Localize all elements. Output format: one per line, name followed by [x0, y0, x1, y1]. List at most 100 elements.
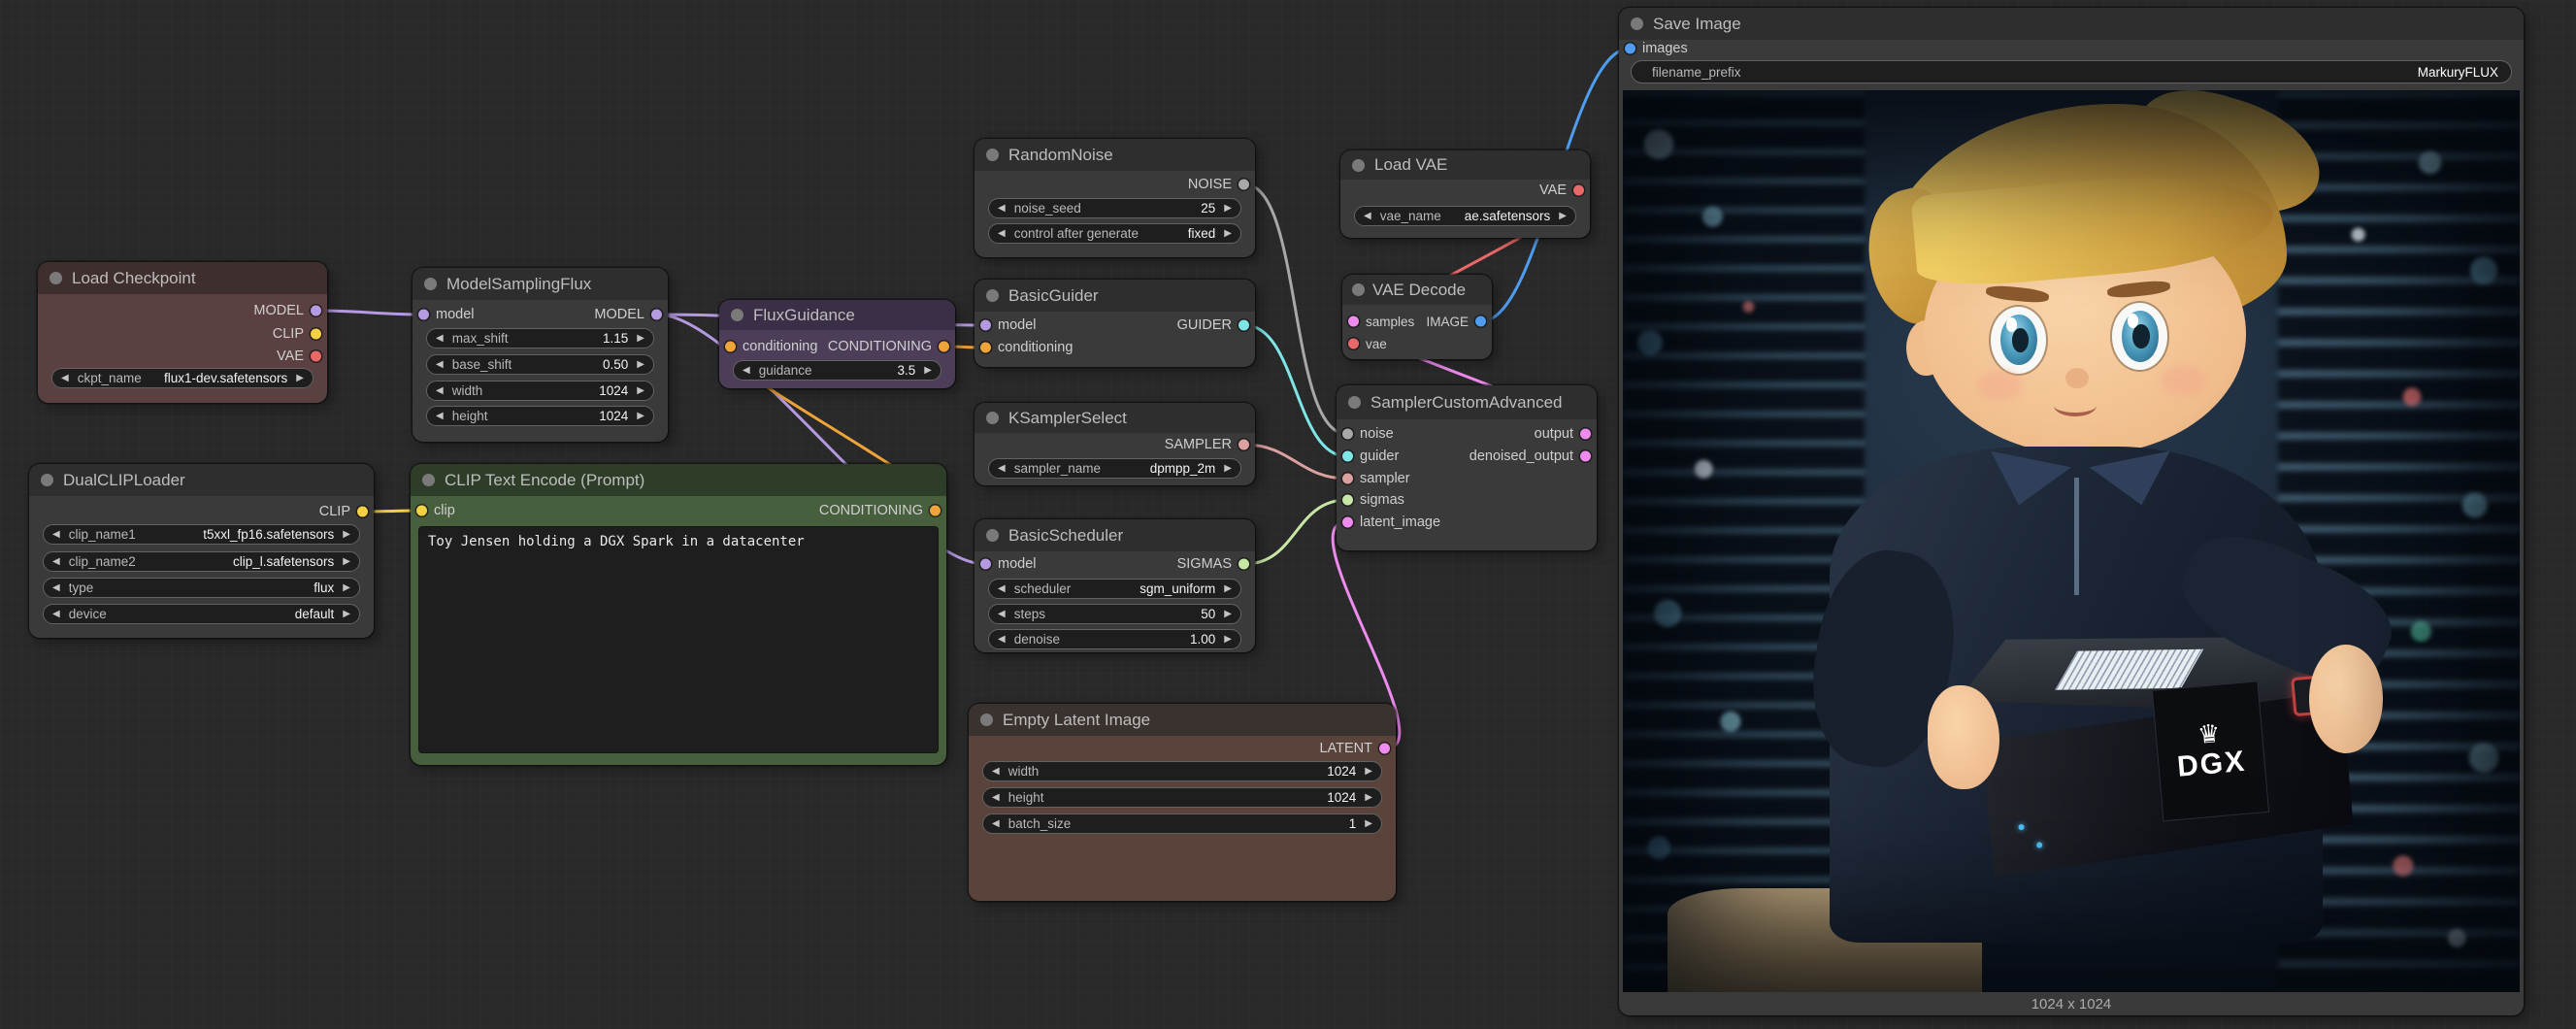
collapse-dot-icon[interactable] [422, 474, 435, 486]
arrow-left-icon[interactable]: ◀ [998, 229, 1006, 239]
model-input-port[interactable] [980, 320, 991, 331]
node-model-sampling-flux[interactable]: ModelSamplingFlux model MODEL ◀ max_shif… [413, 268, 668, 442]
arrow-right-icon[interactable]: ▶ [924, 366, 932, 376]
arrow-right-icon[interactable]: ▶ [343, 557, 350, 567]
images-input-port[interactable] [1625, 44, 1635, 54]
collapse-dot-icon[interactable] [731, 309, 743, 321]
widget-batch-size[interactable]: ◀ batch_size 1 ▶ [982, 813, 1382, 834]
arrow-left-icon[interactable]: ◀ [1364, 212, 1371, 221]
node-header[interactable]: KSamplerSelect [974, 403, 1255, 433]
model-input-port[interactable] [980, 559, 991, 570]
sampler-output-port[interactable] [1238, 440, 1249, 450]
arrow-left-icon[interactable]: ◀ [436, 360, 444, 370]
arrow-left-icon[interactable]: ◀ [61, 374, 69, 383]
generated-image-preview[interactable]: ♛ DGX [1623, 90, 2520, 992]
collapse-dot-icon[interactable] [1348, 396, 1361, 409]
arrow-right-icon[interactable]: ▶ [1224, 229, 1232, 239]
noise-output-port[interactable] [1238, 180, 1249, 190]
collapse-dot-icon[interactable] [41, 474, 53, 486]
model-input-port[interactable] [418, 310, 429, 320]
arrow-left-icon[interactable]: ◀ [436, 334, 444, 344]
sigmas-output-port[interactable] [1238, 559, 1249, 570]
widget-device[interactable]: ◀ device default ▶ [43, 604, 360, 624]
widget-scheduler[interactable]: ◀ scheduler sgm_uniform ▶ [988, 579, 1241, 599]
arrow-right-icon[interactable]: ▶ [637, 386, 644, 396]
widget-denoise[interactable]: ◀ denoise 1.00 ▶ [988, 629, 1241, 649]
output-port[interactable] [1580, 429, 1591, 440]
arrow-right-icon[interactable]: ▶ [1224, 635, 1232, 645]
latent-output-port[interactable] [1379, 744, 1390, 754]
collapse-dot-icon[interactable] [1352, 283, 1365, 296]
node-header[interactable]: FluxGuidance [719, 300, 955, 330]
arrow-left-icon[interactable]: ◀ [998, 635, 1006, 645]
arrow-left-icon[interactable]: ◀ [998, 584, 1006, 594]
node-header[interactable]: RandomNoise [974, 139, 1255, 171]
clip-input-port[interactable] [416, 506, 427, 516]
node-random-noise[interactable]: RandomNoise NOISE ◀ noise_seed 25 ▶ ◀ co… [974, 139, 1255, 257]
node-sampler-custom-advanced[interactable]: SamplerCustomAdvanced noise output guide… [1337, 385, 1597, 550]
widget-control-after-generate[interactable]: ◀ control after generate fixed ▶ [988, 223, 1241, 244]
arrow-left-icon[interactable]: ◀ [992, 767, 1000, 777]
node-empty-latent-image[interactable]: Empty Latent Image LATENT ◀ width 1024 ▶… [969, 704, 1396, 901]
collapse-dot-icon[interactable] [986, 529, 999, 542]
node-header[interactable]: DualCLIPLoader [29, 464, 374, 496]
arrow-left-icon[interactable]: ◀ [992, 819, 1000, 829]
arrow-left-icon[interactable]: ◀ [52, 557, 60, 567]
collapse-dot-icon[interactable] [980, 714, 993, 726]
widget-clip-name1[interactable]: ◀ clip_name1 t5xxl_fp16.safetensors ▶ [43, 524, 360, 545]
node-header[interactable]: Empty Latent Image [969, 704, 1396, 736]
node-header[interactable]: BasicGuider [974, 280, 1255, 312]
node-basic-guider[interactable]: BasicGuider model GUIDER conditioning [974, 280, 1255, 367]
vae-output-port[interactable] [1573, 185, 1584, 196]
collapse-dot-icon[interactable] [1631, 17, 1643, 30]
arrow-right-icon[interactable]: ▶ [1559, 212, 1567, 221]
arrow-left-icon[interactable]: ◀ [52, 530, 60, 540]
arrow-right-icon[interactable]: ▶ [296, 374, 304, 383]
arrow-right-icon[interactable]: ▶ [343, 530, 350, 540]
node-header[interactable]: Save Image [1619, 8, 2524, 40]
arrow-right-icon[interactable]: ▶ [1224, 584, 1232, 594]
node-header[interactable]: Load Checkpoint [38, 262, 327, 294]
arrow-right-icon[interactable]: ▶ [1365, 793, 1372, 803]
widget-noise-seed[interactable]: ◀ noise_seed 25 ▶ [988, 198, 1241, 218]
arrow-left-icon[interactable]: ◀ [436, 386, 444, 396]
node-save-image[interactable]: Save Image images filename_prefix Markur… [1619, 8, 2524, 1015]
node-dual-clip-loader[interactable]: DualCLIPLoader CLIP ◀ clip_name1 t5xxl_f… [29, 464, 374, 638]
widget-max-shift[interactable]: ◀ max_shift 1.15 ▶ [426, 328, 654, 349]
conditioning-output-port[interactable] [930, 506, 941, 516]
node-vae-decode[interactable]: VAE Decode samples IMAGE vae [1342, 275, 1492, 359]
conditioning-input-port[interactable] [725, 342, 736, 352]
arrow-right-icon[interactable]: ▶ [637, 360, 644, 370]
arrow-left-icon[interactable]: ◀ [436, 412, 444, 421]
arrow-right-icon[interactable]: ▶ [637, 334, 644, 344]
arrow-right-icon[interactable]: ▶ [1365, 767, 1372, 777]
widget-filename-prefix[interactable]: filename_prefix MarkuryFLUX [1631, 60, 2512, 83]
node-flux-guidance[interactable]: FluxGuidance conditioning CONDITIONING ◀… [719, 300, 955, 388]
conditioning-output-port[interactable] [939, 342, 949, 352]
node-header[interactable]: CLIP Text Encode (Prompt) [411, 464, 946, 496]
denoised-output-port[interactable] [1580, 451, 1591, 462]
node-header[interactable]: BasicScheduler [974, 519, 1255, 551]
arrow-right-icon[interactable]: ▶ [343, 583, 350, 593]
sampler-input-port[interactable] [1342, 474, 1353, 484]
arrow-left-icon[interactable]: ◀ [998, 610, 1006, 619]
widget-sampler-name[interactable]: ◀ sampler_name dpmpp_2m ▶ [988, 458, 1241, 479]
arrow-left-icon[interactable]: ◀ [992, 793, 1000, 803]
conditioning-input-port[interactable] [980, 343, 991, 353]
widget-height[interactable]: ◀ height 1024 ▶ [426, 406, 654, 426]
widget-vae-name[interactable]: ◀ vae_name ae.safetensors ▶ [1354, 206, 1576, 226]
collapse-dot-icon[interactable] [986, 412, 999, 424]
guider-output-port[interactable] [1238, 320, 1249, 331]
collapse-dot-icon[interactable] [424, 278, 437, 290]
node-header[interactable]: SamplerCustomAdvanced [1337, 385, 1597, 419]
collapse-dot-icon[interactable] [986, 289, 999, 302]
vae-output-port[interactable] [311, 351, 321, 362]
node-ksampler-select[interactable]: KSamplerSelect SAMPLER ◀ sampler_name dp… [974, 403, 1255, 485]
vae-input-port[interactable] [1348, 339, 1359, 349]
collapse-dot-icon[interactable] [50, 272, 62, 284]
collapse-dot-icon[interactable] [986, 149, 999, 161]
clip-output-port[interactable] [311, 329, 321, 340]
widget-width[interactable]: ◀ width 1024 ▶ [426, 381, 654, 401]
samples-input-port[interactable] [1348, 316, 1359, 327]
arrow-right-icon[interactable]: ▶ [1224, 610, 1232, 619]
